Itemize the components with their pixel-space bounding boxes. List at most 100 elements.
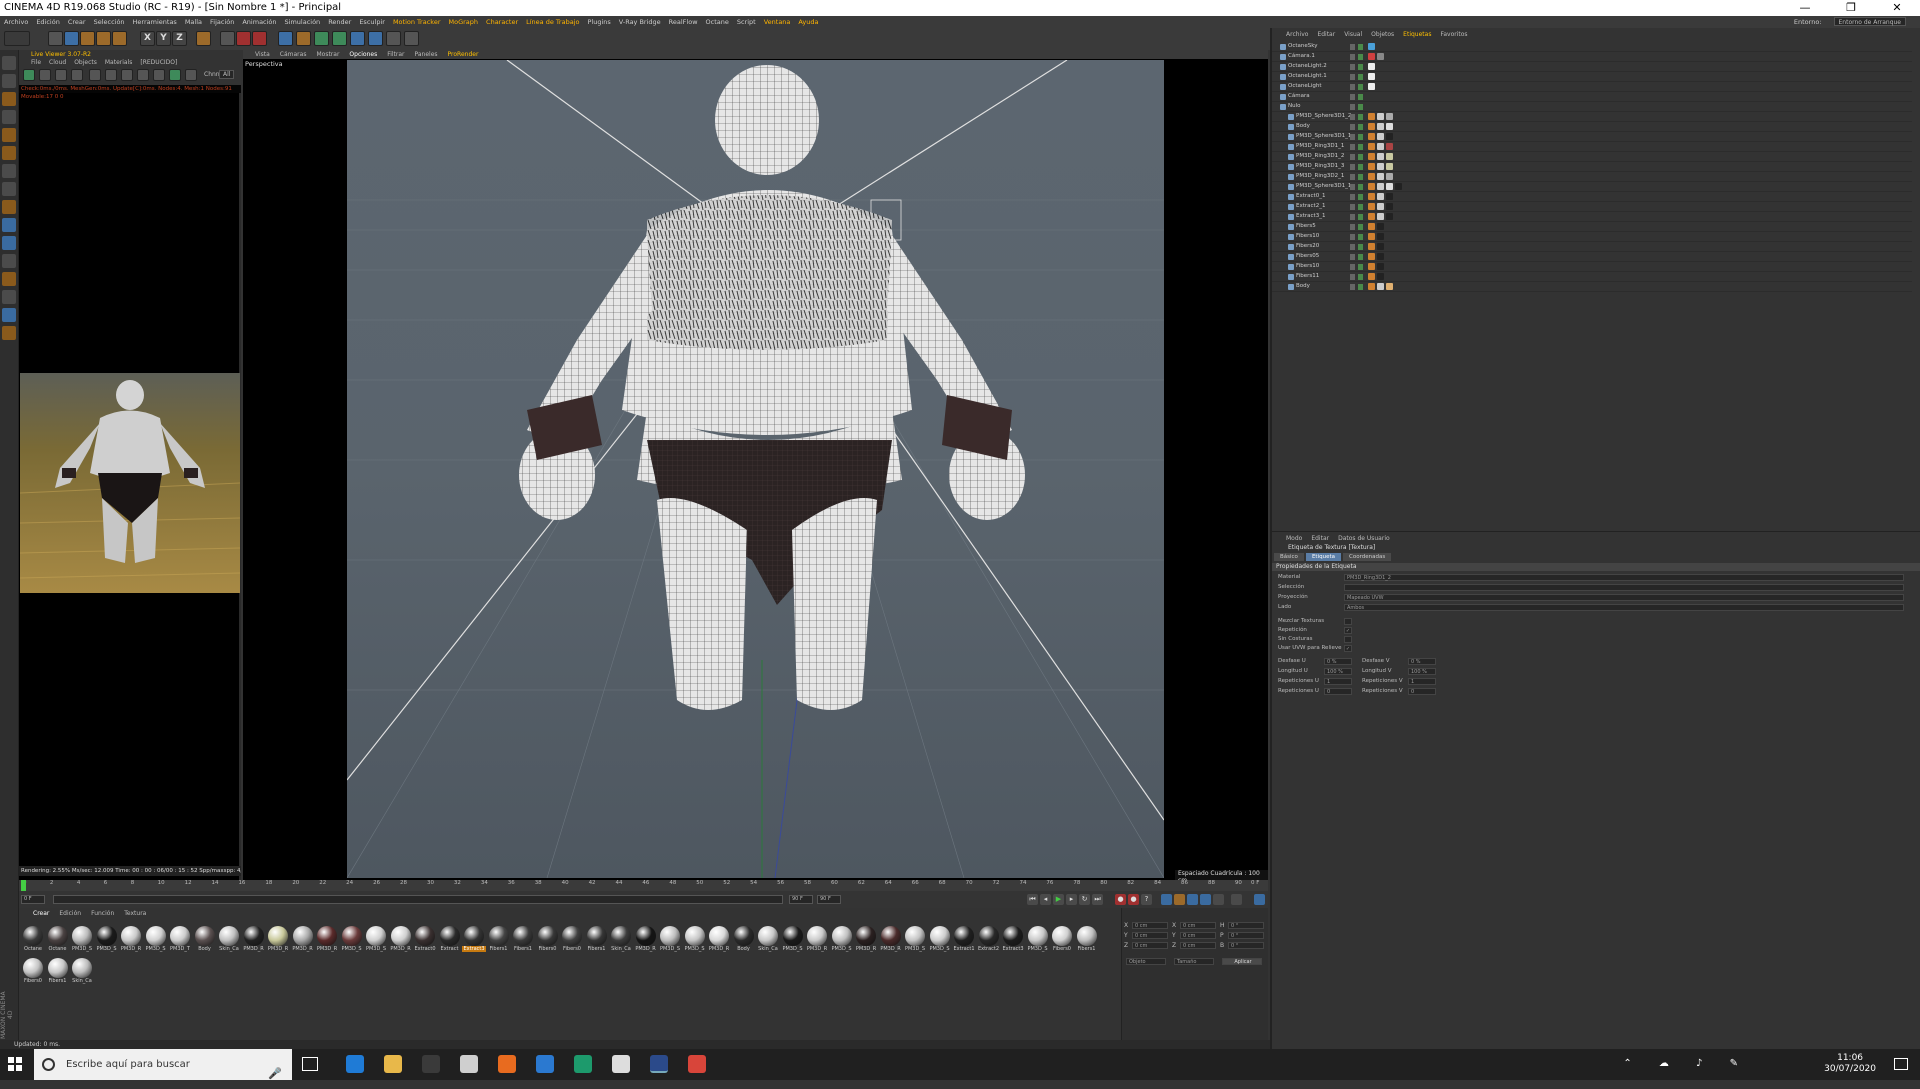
- timeline-window-icon[interactable]: [1254, 894, 1265, 905]
- material-swatch[interactable]: PM3D_S: [903, 926, 927, 952]
- firefox-icon[interactable]: [498, 1055, 516, 1073]
- object-row[interactable]: Extract2_1: [1272, 202, 1912, 212]
- left-tool-icon[interactable]: [2, 272, 16, 286]
- material-swatch[interactable]: PM3D_R: [707, 926, 731, 952]
- material-swatch[interactable]: PM3D_R: [854, 926, 878, 952]
- render-toggle-icon[interactable]: [1358, 164, 1363, 170]
- material-swatch[interactable]: Octane: [46, 926, 70, 952]
- object-tag-icon[interactable]: [1386, 143, 1393, 150]
- edge-app-icon[interactable]: [346, 1055, 364, 1073]
- windows-start-icon[interactable]: [8, 1057, 22, 1071]
- timeline-settings-icon[interactable]: [1231, 894, 1242, 905]
- start-frame-field[interactable]: 0 F: [21, 895, 45, 904]
- y-axis-button[interactable]: Y: [156, 31, 171, 46]
- material-swatch[interactable]: PM3D_R: [634, 926, 658, 952]
- record-icon[interactable]: ●: [1115, 894, 1126, 905]
- object-row[interactable]: Body: [1272, 122, 1912, 132]
- object-tag-icon[interactable]: [1377, 173, 1384, 180]
- visibility-toggle-icon[interactable]: [1350, 244, 1355, 250]
- x-axis-button[interactable]: X: [140, 31, 155, 46]
- visibility-toggle-icon[interactable]: [1350, 44, 1355, 50]
- material-menu-item[interactable]: Textura: [124, 910, 146, 918]
- material-swatch[interactable]: PM3D_R: [805, 926, 829, 952]
- render-toggle-icon[interactable]: [1358, 84, 1363, 90]
- attribute-checkbox[interactable]: ✓: [1344, 645, 1352, 652]
- object-row[interactable]: Extract0_1: [1272, 192, 1912, 202]
- visibility-toggle-icon[interactable]: [1350, 184, 1355, 190]
- attribute-pair-value[interactable]: 100 %: [1408, 668, 1436, 675]
- material-swatch[interactable]: PM3D_R: [242, 926, 266, 952]
- object-row[interactable]: OctaneSky: [1272, 42, 1912, 52]
- object-tag-icon[interactable]: [1377, 133, 1384, 140]
- autokey-icon[interactable]: ●: [1128, 894, 1139, 905]
- visibility-toggle-icon[interactable]: [1350, 224, 1355, 230]
- left-tool-icon[interactable]: [2, 236, 16, 250]
- object-tag-icon[interactable]: [1368, 223, 1375, 230]
- material-swatch[interactable]: PM3D_T: [168, 926, 192, 952]
- menu-item[interactable]: Archivo: [4, 18, 28, 26]
- viewport-menu-item[interactable]: ProRender: [448, 50, 479, 59]
- left-tool-icon[interactable]: [2, 308, 16, 322]
- attribute-pair-value[interactable]: 0 %: [1408, 658, 1436, 665]
- attribute-menu-item[interactable]: Editar: [1311, 534, 1329, 542]
- left-tool-icon[interactable]: [2, 254, 16, 268]
- material-swatch[interactable]: Body: [732, 926, 756, 952]
- mail-icon[interactable]: [460, 1055, 478, 1073]
- object-row[interactable]: Fibers5: [1272, 222, 1912, 232]
- object-tag-icon[interactable]: [1368, 213, 1375, 220]
- viewport-menu-item[interactable]: Opciones: [349, 50, 377, 59]
- material-swatch[interactable]: PM3D_S: [683, 926, 707, 952]
- object-tag-icon[interactable]: [1368, 183, 1375, 190]
- object-tag-icon[interactable]: [1377, 223, 1384, 230]
- object-tag-icon[interactable]: [1377, 143, 1384, 150]
- material-swatch[interactable]: PM3D_R: [119, 926, 143, 952]
- material-swatch[interactable]: PM3D_S: [70, 926, 94, 952]
- material-swatch[interactable]: Extract3: [462, 926, 486, 952]
- viewport-menu-item[interactable]: Mostrar: [316, 50, 339, 59]
- visibility-toggle-icon[interactable]: [1350, 164, 1355, 170]
- attribute-checkbox[interactable]: ✓: [1344, 627, 1352, 634]
- object-tag-icon[interactable]: [1377, 153, 1384, 160]
- object-row[interactable]: Extract3_1: [1272, 212, 1912, 222]
- material-swatch[interactable]: PM3D_S: [781, 926, 805, 952]
- visibility-toggle-icon[interactable]: [1350, 74, 1355, 80]
- refresh-icon[interactable]: [39, 69, 51, 81]
- loop-icon[interactable]: ↻: [1079, 894, 1090, 905]
- coord-mode-select[interactable]: Objeto: [1126, 958, 1166, 965]
- object-tag-icon[interactable]: [1377, 163, 1384, 170]
- object-row[interactable]: Fibers10: [1272, 262, 1912, 272]
- coord-size-field[interactable]: 0 cm: [1180, 922, 1216, 929]
- live-viewer-menu-item[interactable]: File: [31, 59, 41, 67]
- material-swatch[interactable]: Extract3: [1001, 926, 1025, 952]
- visibility-toggle-icon[interactable]: [1350, 214, 1355, 220]
- object-manager-menu-item[interactable]: Etiquetas: [1403, 31, 1431, 39]
- visibility-toggle-icon[interactable]: [1350, 104, 1355, 110]
- object-row[interactable]: OctaneLight: [1272, 82, 1912, 92]
- key-pla-icon[interactable]: [1213, 894, 1224, 905]
- menu-item[interactable]: Character: [486, 18, 518, 26]
- object-tag-icon[interactable]: [1386, 203, 1393, 210]
- channel-select[interactable]: All: [219, 70, 235, 79]
- object-tag-icon[interactable]: [1368, 73, 1375, 80]
- material-swatch[interactable]: PM3D_S: [340, 926, 364, 952]
- object-tag-icon[interactable]: [1377, 183, 1384, 190]
- render-toggle-icon[interactable]: [1358, 264, 1363, 270]
- attribute-checkbox[interactable]: [1344, 618, 1352, 625]
- keyframe-icon[interactable]: ?: [1141, 894, 1152, 905]
- render-picture-button[interactable]: [252, 31, 267, 46]
- floor-button[interactable]: [368, 31, 383, 46]
- visibility-toggle-icon[interactable]: [1350, 64, 1355, 70]
- object-tag-icon[interactable]: [1368, 173, 1375, 180]
- live-viewer-menu-item[interactable]: [REDUCIDO]: [140, 59, 177, 67]
- cinema4d-icon[interactable]: [650, 1055, 668, 1073]
- object-row[interactable]: Fibers10: [1272, 232, 1912, 242]
- menu-item[interactable]: Fijación: [210, 18, 234, 26]
- taskbar-search[interactable]: Escribe aquí para buscar 🎤: [34, 1049, 292, 1080]
- menu-item[interactable]: Render: [328, 18, 351, 26]
- rotate-tool-button[interactable]: [96, 31, 111, 46]
- menu-item[interactable]: Crear: [68, 18, 86, 26]
- menu-item[interactable]: Línea de Trabajo: [526, 18, 579, 26]
- visibility-toggle-icon[interactable]: [1350, 194, 1355, 200]
- render-toggle-icon[interactable]: [1358, 54, 1363, 60]
- render-toggle-icon[interactable]: [1358, 284, 1363, 290]
